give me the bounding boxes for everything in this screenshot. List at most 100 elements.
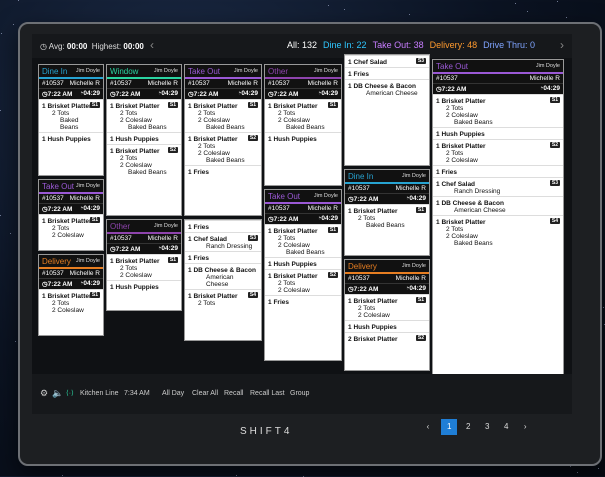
item-modifier: 2 Coleslaw [52,307,84,314]
order-ticket[interactable]: Dine In Jim Doyle #10537 Michelle R ◷7:22 AM… [38,64,104,176]
btn-clear-all[interactable]: Clear All [192,390,218,397]
star [10,232,12,234]
line-item: 1 Brisket Platter S1 2 Tots 2 Coleslaw [39,214,103,240]
item-name: Brisket Platter [441,219,486,226]
order-number: #10537 [42,195,64,202]
line-item: 1 Fries [265,295,341,307]
star [409,14,411,16]
order-time: ◷7:22 AM [188,91,219,98]
btn-all-day[interactable]: All Day [162,390,184,397]
order-ticket[interactable]: Take Out Jim Doyle #10537 Michelle R ◷7:22 A… [432,59,564,381]
line-item: 1 Chef Salad S3 [345,55,429,67]
speaker-icon[interactable]: 🔈 [52,388,63,399]
filter-delivery[interactable]: Delivery: 48 [430,40,478,50]
order-ticket[interactable]: 1 Chef Salad S3 1 Fries 1 DB Cheese & Bacon… [344,54,430,166]
filter-all[interactable]: All: 132 [287,40,317,50]
item-name: Brisket Platter [353,208,398,215]
top-bar: ◷ Avg: 00:00 Highest: 00:00 ‹ All: 132 Di… [32,34,572,58]
line-item: 1 Brisket Platter S1 2 Tots 2 Coleslaw [39,289,103,315]
btn-group[interactable]: Group [290,390,309,397]
line-item: 1 Fries [433,165,563,177]
chevron-right-icon[interactable]: › [517,419,533,435]
line-item: 1 Fries [185,251,261,263]
server-name: Jim Doyle [401,173,426,179]
seat-badge: S1 [167,257,178,263]
star [0,32,2,34]
filter-drivethru[interactable]: Drive Thru: 0 [483,40,535,50]
seat-badge: S3 [549,180,560,186]
page-1[interactable]: 1 [441,419,458,435]
item-name: Hush Puppies [441,131,485,138]
btn-recall[interactable]: Recall [224,390,243,397]
item-name: DB Cheese & Bacon [193,267,256,274]
item-qty: 1 [436,98,440,105]
elapsed-time: ◔04:29 [157,245,178,252]
line-item: 1 Brisket Platter S1 2 Tots 2 Coleslaw Baked… [107,99,181,132]
ticket-times: ◷7:22 AM ◔04:29 [265,88,341,99]
customer-name: Michelle R [307,80,338,87]
server-name: Jim Doyle [313,193,338,199]
brand-logo: SHIFT4 [240,426,293,437]
customer-name: Michelle R [227,80,258,87]
order-ticket[interactable]: Take Out Jim Doyle #10537 Michelle R ◷7:22 A… [184,64,262,216]
order-type: Dine In [348,171,374,181]
order-type-filters: All: 132 Dine In: 22 Take Out: 38 Delivery:… [287,40,541,50]
kitchen-line-label: Kitchen Line [80,390,119,397]
page-2[interactable]: 2 [460,419,476,435]
item-qty: 1 [436,219,440,226]
order-number: #10537 [348,275,370,282]
item-modifier: 2 Tots [120,155,138,162]
filter-dinein[interactable]: Dine In: 22 [323,40,367,50]
avg-stats: ◷ Avg: 00:00 Highest: 00:00 [40,42,144,51]
order-ticket[interactable]: Take Out Jim Doyle #10537 Michelle R ◷7:22 A… [264,189,342,361]
order-ticket[interactable]: Delivery Jim Doyle #10537 Michelle R ◷7:22 A… [344,259,430,371]
server-name: Jim Doyle [313,68,338,74]
line-item: 1 Brisket Platter S2 2 Tots 2 Coleslaw Baked… [185,132,261,165]
customer-name: Michelle R [395,185,426,192]
page-4[interactable]: 4 [498,419,514,435]
item-name: Chef Salad [441,181,476,188]
seat-badge: S1 [327,102,338,108]
item-name: Hush Puppies [353,324,397,331]
filter-takeout[interactable]: Take Out: 38 [373,40,424,50]
gear-icon[interactable]: ⚙ [40,388,48,399]
item-name: Brisket Platter [273,273,318,280]
item-modifier: 2 Tots [198,110,216,117]
line-item: 1 Hush Puppies [433,127,563,139]
order-time: ◷7:22 AM [110,246,141,253]
item-modifier: 2 Tots [52,300,70,307]
item-name: Brisket Platter [441,143,486,150]
order-time: ◷7:22 AM [268,91,299,98]
item-name: Hush Puppies [115,136,159,143]
item-name: Brisket Platter [353,336,398,343]
order-type: Other [110,221,131,231]
chevron-left-icon[interactable]: ‹ [420,419,436,435]
order-time: ◷7:22 AM [436,86,467,93]
item-name: Fries [193,224,209,231]
item-name: Brisket Platter [47,103,92,110]
order-ticket[interactable]: Window Jim Doyle #10537 Michelle R ◷7:22 AM ◔… [106,64,182,216]
order-ticket[interactable]: Dine In Jim Doyle #10537 Michelle R ◷7:22 AM… [344,169,430,256]
star [514,3,516,5]
order-ticket[interactable]: Delivery Jim Doyle #10537 Michelle R ◷7:22 A… [38,254,104,336]
chevron-right-icon[interactable]: › [560,38,564,52]
order-ticket[interactable]: 1 Fries 1 Chef Salad S3 Ranch Dressing 1 Fri… [184,219,262,341]
item-qty: 1 [42,136,46,143]
chevron-left-icon[interactable]: ‹ [150,38,154,52]
order-ticket[interactable]: Other Jim Doyle #10537 Michelle R ◷7:22 AM ◔0… [106,219,182,311]
order-type: Take Out [188,66,221,76]
order-ticket[interactable]: Take Out Jim Doyle #10537 Michelle R ◷7:22 A… [38,179,104,251]
customer-name: Michelle R [529,75,560,82]
item-modifier: 2 Coleslaw [446,112,478,119]
star [0,109,2,111]
btn-recall-last[interactable]: Recall Last [250,390,285,397]
item-qty: 1 [42,293,46,300]
ticket-meta: #10537 Michelle R [433,74,563,83]
item-qty: 1 [188,236,192,243]
page-3[interactable]: 3 [479,419,495,435]
item-qty: 1 [188,293,192,300]
order-type: Take Out [42,181,75,191]
line-item: 1 Brisket Platter S1 2 Tots 2 Coleslaw [107,254,181,280]
order-ticket[interactable]: Other Jim Doyle #10537 Michelle R ◷7:22 AM ◔0… [264,64,342,186]
item-name: Hush Puppies [273,136,317,143]
